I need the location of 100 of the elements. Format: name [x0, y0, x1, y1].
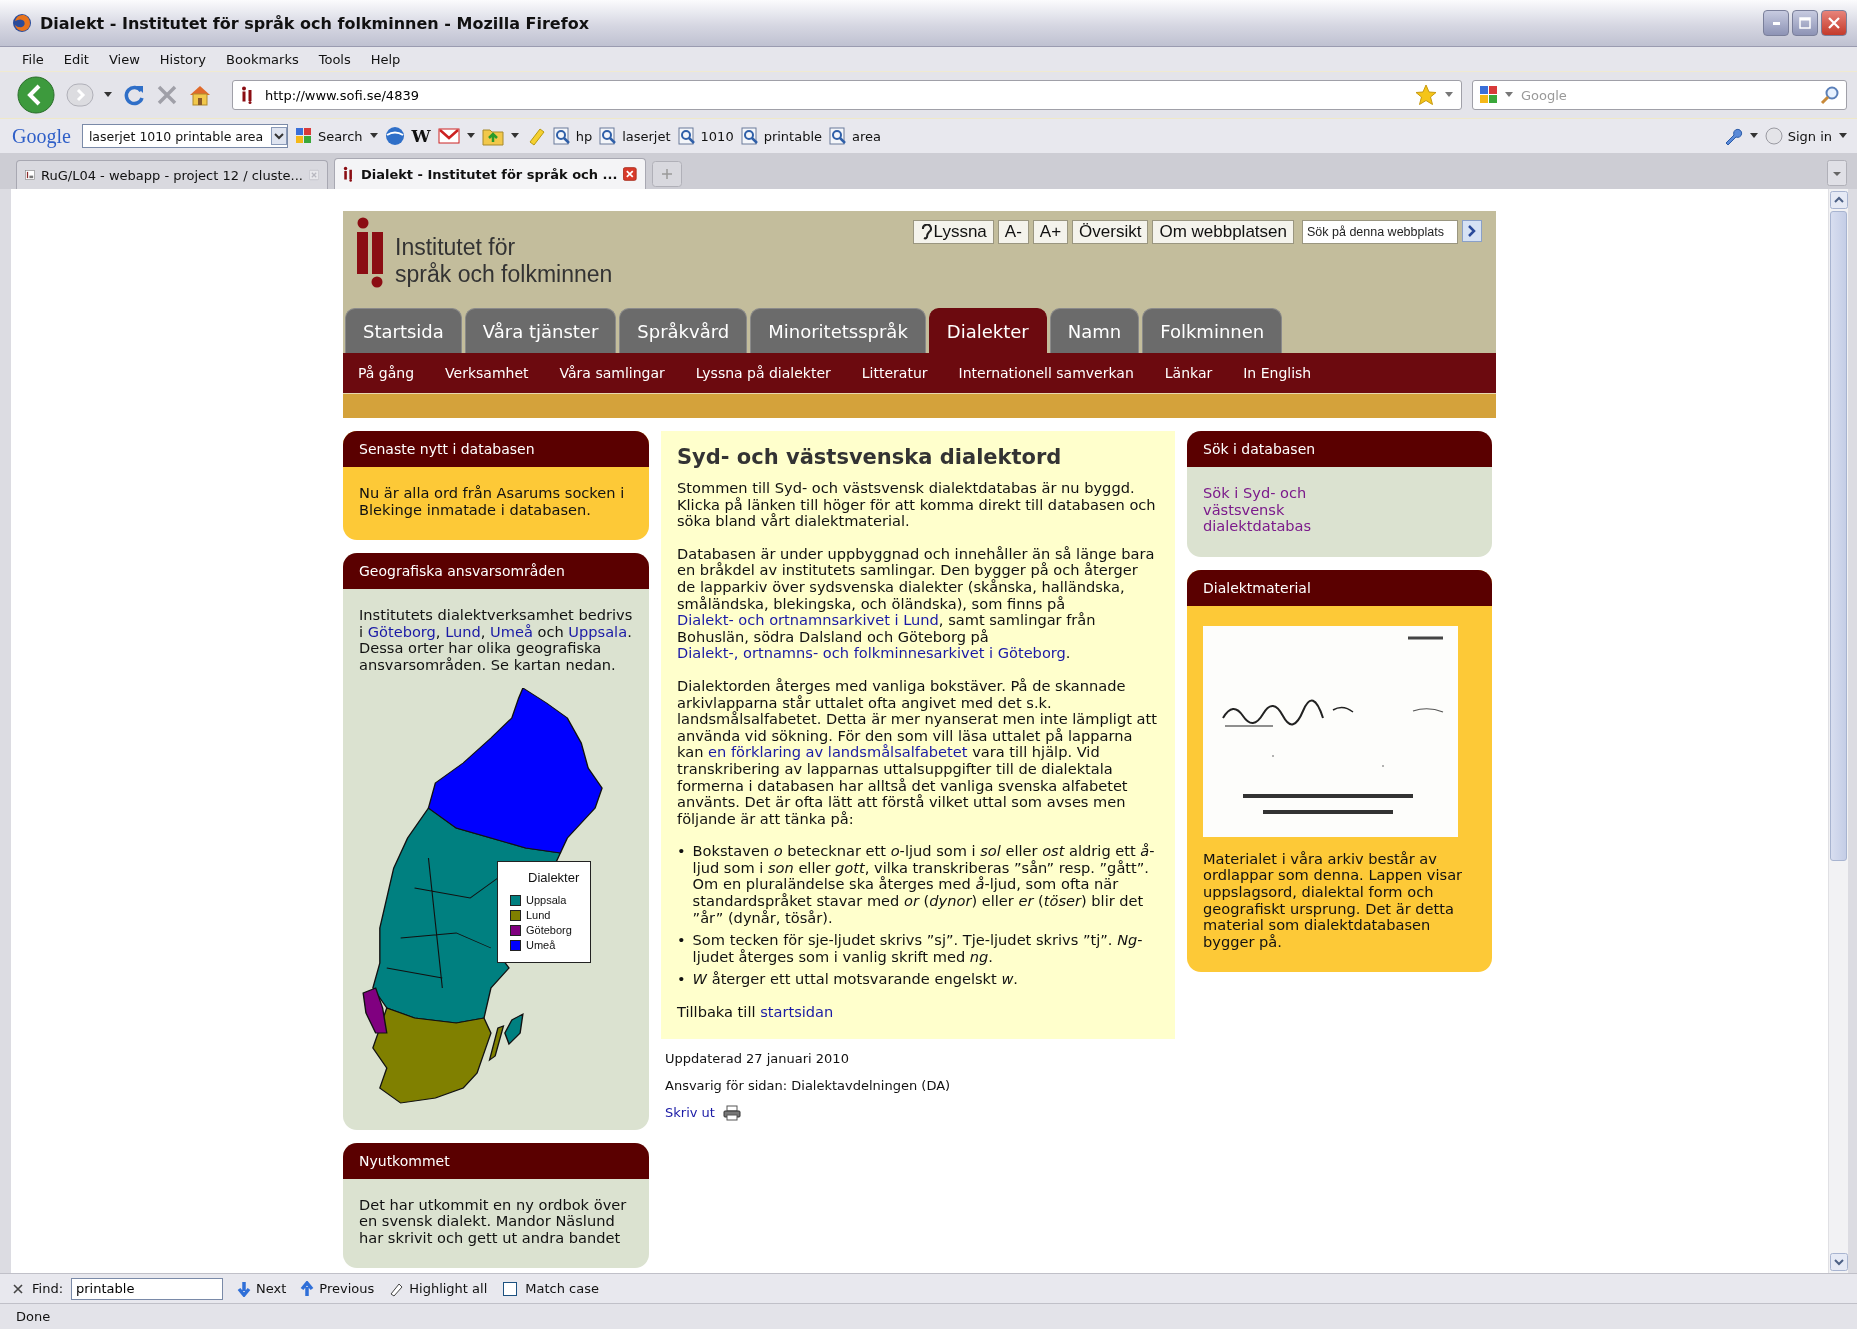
tab-close-icon[interactable]	[623, 166, 637, 182]
sub-nav-link[interactable]: In English	[1243, 365, 1312, 381]
sign-in-button[interactable]: Sign in	[1764, 127, 1832, 145]
previous-button[interactable]: Previous	[300, 1280, 375, 1297]
main-nav-tab[interactable]: Språkvård	[619, 308, 748, 353]
main-nav-tab[interactable]: Minoritetsspråk	[750, 308, 926, 353]
legend-title: Dialekter	[528, 869, 581, 885]
browser-tab[interactable]: Dialekt - Institutet för språk och ...	[334, 158, 646, 189]
text-link[interactable]: Dialekt- och ortnamnsarkivet i Lund	[677, 611, 939, 629]
tool-button[interactable]: Lyssna	[912, 220, 994, 244]
main-nav-tab[interactable]: Namn	[1049, 308, 1140, 353]
caret-icon[interactable]	[104, 92, 112, 98]
close-icon	[1828, 17, 1840, 29]
text-link[interactable]: Göteborg	[367, 622, 436, 640]
tool-button[interactable]: A-	[997, 220, 1029, 244]
find-field[interactable]: printable	[71, 1277, 223, 1300]
find-label: Find:	[32, 1281, 63, 1296]
main-nav-tab[interactable]: Startsida	[345, 308, 462, 353]
sub-nav-link[interactable]: Länkar	[1164, 365, 1213, 381]
caret-icon[interactable]	[1749, 133, 1758, 139]
word-find-button[interactable]: 1010	[677, 127, 734, 145]
bullet-marker: •	[677, 843, 686, 862]
star-icon[interactable]	[1415, 84, 1437, 106]
tool-button[interactable]: Om webbplatsen	[1152, 220, 1294, 244]
sub-nav-link[interactable]: Litteratur	[861, 365, 928, 381]
word-find-button[interactable]: area	[829, 127, 882, 145]
back-button[interactable]	[16, 75, 56, 115]
scroll-up-button[interactable]	[1829, 191, 1848, 209]
globe-icon[interactable]	[384, 126, 405, 146]
chevron-icon	[1467, 225, 1477, 237]
legend-label: Göteborg	[526, 922, 572, 938]
minimize-button[interactable]	[1763, 10, 1789, 36]
caret-icon[interactable]	[1839, 133, 1847, 139]
google-logo[interactable]: Google	[12, 124, 71, 148]
folder-icon[interactable]	[481, 126, 504, 146]
caret-icon[interactable]	[369, 133, 378, 139]
sub-nav-link[interactable]: Verksamhet	[445, 365, 529, 381]
search-icon[interactable]	[1820, 85, 1840, 105]
search-button[interactable]: Search	[294, 127, 363, 145]
letter-button[interactable]: W	[411, 126, 431, 146]
main-nav-tab[interactable]: Folkminnen	[1142, 308, 1283, 353]
sub-nav-link[interactable]: På gång	[358, 365, 415, 381]
browser-logo-icon	[12, 13, 32, 33]
caret-icon[interactable]	[1505, 92, 1513, 98]
text-link[interactable]: startsidan	[760, 1003, 834, 1021]
url-field[interactable]: http://www.sofi.se/4839	[263, 86, 1407, 104]
highlight-all-button[interactable]: Highlight all	[388, 1280, 488, 1297]
envelope-icon[interactable]	[437, 128, 460, 144]
close-icon[interactable]	[12, 1282, 24, 1295]
site-search-field[interactable]: Sök på denna webbplats	[1302, 220, 1458, 244]
logo-text[interactable]: Institutet för språk och folkminnen	[395, 217, 613, 288]
close-button[interactable]	[1821, 10, 1847, 36]
search-bar[interactable]: Google	[1472, 80, 1847, 110]
tool-button[interactable]: A+	[1032, 220, 1069, 244]
main-nav-tab[interactable]: Dialekter	[928, 308, 1047, 353]
caret-icon[interactable]	[1445, 92, 1453, 98]
search-go-button[interactable]	[1462, 220, 1482, 242]
printer-icon[interactable]	[722, 1104, 741, 1121]
tool-button[interactable]: Översikt	[1072, 220, 1149, 244]
tab-list-button[interactable]	[1827, 160, 1847, 186]
word-find-button[interactable]: printable	[740, 127, 823, 145]
menu-item[interactable]: Tools	[308, 51, 361, 67]
browser-tab[interactable]: RuG/L04 - webapp - project 12 / cluste...	[16, 160, 328, 189]
menu-item[interactable]: File	[12, 51, 54, 67]
text-link[interactable]: Dialekt-, ortnamns- och folkminnesarkivet i Göteborg	[677, 644, 1066, 662]
match-case-checkbox[interactable]	[503, 1281, 518, 1296]
bullet-item: W återger ett uttal motsvarande engelskt w.	[692, 971, 1019, 989]
reload-icon[interactable]	[122, 83, 146, 107]
maximize-button[interactable]	[1792, 10, 1818, 36]
text-link[interactable]: Umeå	[490, 622, 533, 640]
print-link[interactable]: Skriv ut	[665, 1105, 715, 1121]
menu-item[interactable]: Bookmarks	[216, 51, 309, 67]
menu-item[interactable]: Help	[360, 51, 411, 67]
sub-nav-link[interactable]: Våra samlingar	[559, 365, 665, 381]
box-text: Materialet i våra arkiv består av ordlappar som denna. Lappen visar uppslagsord, dialektal form och geografiskt ursprung. Det är detta material som dialektdatabasen bygger på.	[1203, 850, 1464, 951]
main-nav-tab[interactable]: Våra tjänster	[464, 308, 617, 353]
menu-item[interactable]: History	[149, 51, 217, 67]
text-link[interactable]: Lund	[445, 622, 481, 640]
caret-icon[interactable]	[510, 133, 519, 139]
text-link[interactable]: Sök i Syd- och västsvensk dialektdatabas	[1203, 485, 1383, 535]
sub-nav-link[interactable]: Internationell samverkan	[958, 365, 1134, 381]
box-header: Geografiska ansvarsområden	[343, 553, 649, 590]
menu-item[interactable]: Edit	[53, 51, 99, 67]
scroll-down-button[interactable]	[1829, 1253, 1848, 1271]
paragraph: Databasen är under uppbyggnad och innehåller än så länge bara en bråkdel av institutets samlingar. Den bygger på och återger de lapparkiv över sydsvenska dialekter (skånska, halländska, småländska, blekingska, och öländska), som finns på Dialekt- och ortnamnsarkivet i Lund, samt samlingar från Bohuslän, södra Dalsland och Göteborg på Dialekt-, ortnamns- och folkminnesarkivet i Göteborg.	[677, 545, 1156, 662]
caret-icon[interactable]	[466, 133, 475, 139]
bullet-item: Bokstaven o betecknar ett o-ljud som i sol eller ost aldrig ett å-ljud som i son eller gott, vilka transkriberas ”sån” resp. ”gått”. Om en pluraländelse ska återges med å-ljud, som ofta när standardspråket stavar med or (dynor) eller er (töser) blir det ”år” (dynår, tösår).	[692, 843, 1156, 927]
word-find-button[interactable]: hp	[552, 127, 593, 145]
text-link[interactable]: Uppsala	[568, 622, 628, 640]
address-bar[interactable]: http://www.sofi.se/4839	[232, 80, 1462, 110]
text-link[interactable]: en förklaring av landsmålsalfabetet	[708, 743, 968, 761]
home-icon[interactable]	[188, 84, 212, 106]
next-button[interactable]: Next	[237, 1280, 287, 1297]
sub-nav-link[interactable]: Lyssna på dialekter	[695, 365, 831, 381]
word-find-button[interactable]: laserjet	[599, 127, 671, 145]
query-combobox[interactable]: laserjet 1010 printable area	[81, 124, 288, 148]
box-text: Institutets dialektverksamhet bedrivs i Göteborg, Lund, Umeå och Uppsala. Dessa orter har olika geografiska ansvarsområden. Se kartan nedan.	[359, 607, 633, 674]
page-owner: Ansvarig för sidan: Dialektavdelningen (DA)	[665, 1077, 952, 1093]
minimize-icon	[1772, 21, 1780, 25]
menu-item[interactable]: View	[98, 51, 150, 67]
